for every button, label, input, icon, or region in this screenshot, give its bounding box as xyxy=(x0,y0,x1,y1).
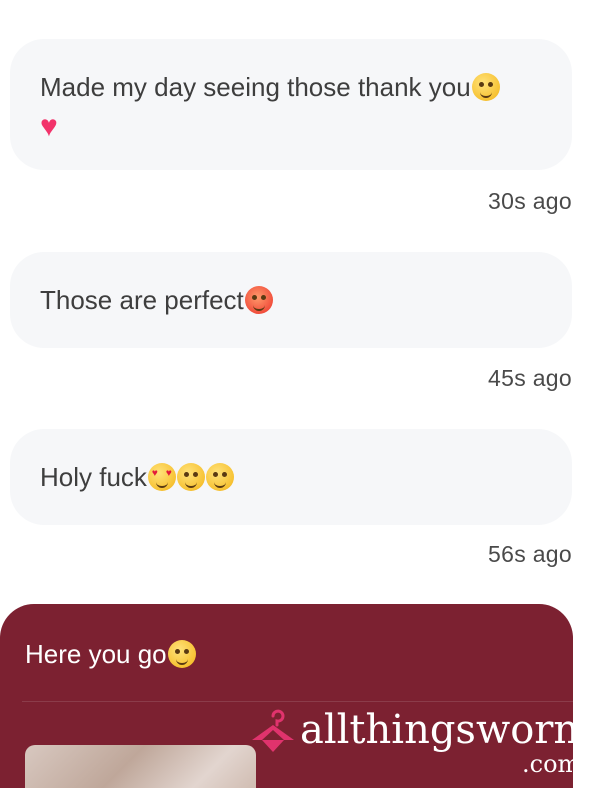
drooling-face-emoji-icon xyxy=(205,463,234,491)
chat-screen: Made my day seeing those thank you ♥ 30s… xyxy=(0,0,600,788)
message-text: Holy fuck xyxy=(40,462,147,492)
hot-face-emoji-icon xyxy=(244,286,273,314)
hand-over-mouth-emoji-icon xyxy=(471,73,500,101)
message-timestamp: 30s ago xyxy=(488,188,572,214)
watermark-domain: .com xyxy=(522,750,581,778)
watermark-text: allthingsworn xyxy=(300,707,580,753)
attached-photo[interactable] xyxy=(25,745,256,788)
heart-eyes-emoji-icon: ♥ ♥ xyxy=(147,463,176,491)
message-text: Made my day seeing those thank you xyxy=(40,72,471,102)
sent-message-text: Here you go xyxy=(25,639,167,669)
message-timestamp: 45s ago xyxy=(488,365,572,391)
drooling-face-emoji-icon xyxy=(176,463,205,491)
received-message-bubble[interactable]: Those are perfect xyxy=(10,252,572,348)
received-message-bubble[interactable]: Holy fuck ♥ ♥ xyxy=(10,429,572,525)
hand-over-mouth-emoji-icon xyxy=(167,640,196,668)
received-message-bubble[interactable]: Made my day seeing those thank you ♥ xyxy=(10,39,572,170)
site-watermark: allthingsworn .com xyxy=(246,702,600,788)
pink-heart-emoji-icon: ♥ xyxy=(40,110,58,143)
hanger-icon xyxy=(252,709,294,752)
message-text: Those are perfect xyxy=(40,285,244,315)
message-timestamp: 56s ago xyxy=(488,541,572,567)
